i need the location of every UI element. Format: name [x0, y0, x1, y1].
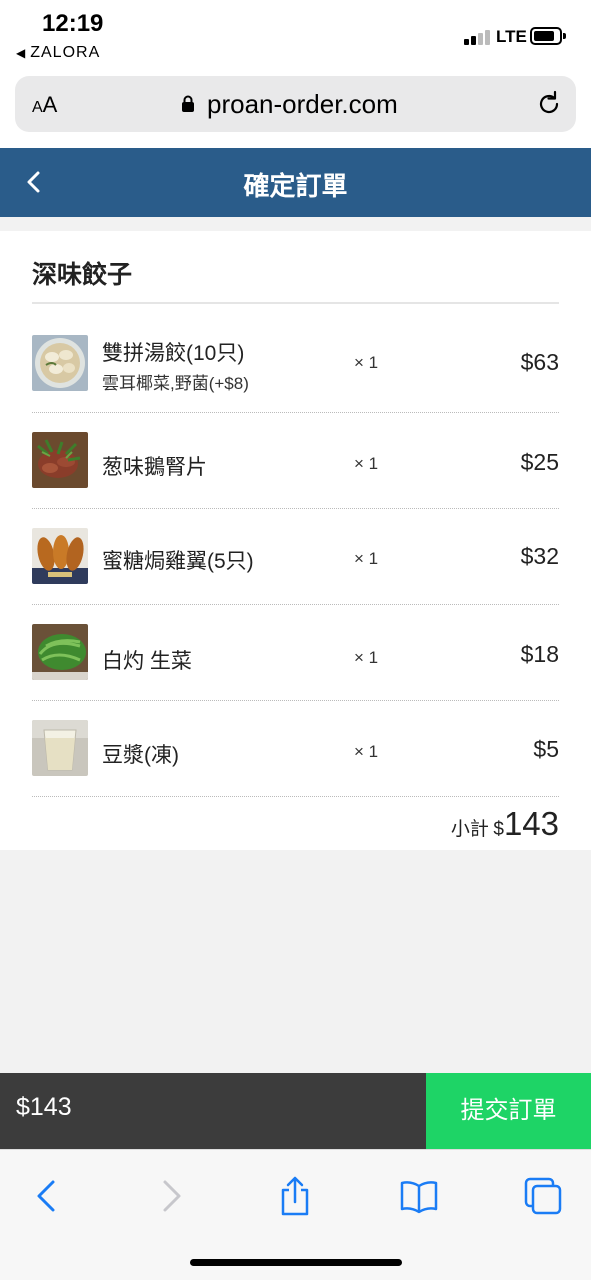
- order-card: 深味餃子 雙拼湯餃(10只) 雲耳椰菜,野菌(+$8) × 1 $63 葱味鵝腎…: [0, 231, 591, 850]
- dumpling-soup-image: [32, 335, 88, 391]
- home-indicator[interactable]: [190, 1259, 402, 1266]
- order-item: 豆漿(凍) × 1 $5: [32, 701, 559, 797]
- item-quantity: × 1: [354, 648, 379, 667]
- back-icon[interactable]: [27, 1176, 67, 1216]
- url-text: proan-order.com: [207, 89, 398, 119]
- subtotal-label: 小計: [450, 819, 489, 840]
- back-app-label: ZALORA: [30, 44, 101, 61]
- checkout-bar: $143 提交訂單: [0, 1073, 591, 1149]
- page-title: 確定訂單: [243, 171, 348, 201]
- back-to-app-link[interactable]: ◀ ZALORA: [16, 44, 100, 62]
- order-item: 雙拼湯餃(10只) 雲耳椰菜,野菌(+$8) × 1 $63: [32, 317, 559, 413]
- order-item: 葱味鵝腎片 × 1 $25: [32, 413, 559, 509]
- browser-toolbar: [0, 1149, 591, 1280]
- submit-order-button[interactable]: 提交訂單: [426, 1073, 591, 1149]
- share-icon[interactable]: [275, 1176, 315, 1216]
- order-item: 蜜糖焗雞翼(5只) × 1 $32: [32, 509, 559, 605]
- checkout-total: $143: [16, 1093, 72, 1121]
- subtotal: 小計 $143: [451, 805, 559, 843]
- order-item: 白灼 生菜 × 1 $18: [32, 605, 559, 701]
- blanched-lettuce-image: [32, 624, 88, 680]
- reload-icon[interactable]: [535, 90, 563, 118]
- tabs-icon[interactable]: [523, 1176, 563, 1216]
- item-quantity: × 1: [354, 454, 379, 473]
- item-quantity: × 1: [354, 353, 379, 372]
- status-bar: 12:19 ◀ ZALORA LTE: [0, 0, 591, 70]
- item-option: 雲耳椰菜,野菌(+$8): [102, 374, 249, 393]
- browser-url-area: AA proan-order.com: [0, 70, 591, 148]
- item-name: 葱味鵝腎片: [102, 456, 207, 479]
- item-quantity: × 1: [354, 742, 379, 761]
- text-size-button[interactable]: AA: [32, 92, 57, 118]
- bookmarks-icon[interactable]: [399, 1176, 439, 1216]
- shop-name: 深味餃子: [32, 261, 133, 289]
- honey-chicken-wings-image: [32, 528, 88, 584]
- subtotal-currency: $: [493, 819, 504, 840]
- text-size-small-a: A: [32, 99, 43, 116]
- text-size-large-a: A: [42, 92, 58, 117]
- back-triangle-icon: ◀: [16, 46, 27, 60]
- item-name: 蜜糖焗雞翼(5只): [102, 550, 254, 573]
- status-time: 12:19: [42, 10, 104, 37]
- forward-icon[interactable]: [151, 1176, 191, 1216]
- lock-icon: [182, 95, 194, 112]
- network-type: LTE: [496, 27, 527, 46]
- page-header: 確定訂單: [0, 148, 591, 217]
- item-name: 雙拼湯餃(10只): [102, 342, 245, 365]
- item-price: $18: [520, 641, 559, 667]
- soy-milk-image: [32, 720, 88, 776]
- item-name: 白灼 生菜: [102, 650, 192, 673]
- item-quantity: × 1: [354, 549, 379, 568]
- item-price: $25: [520, 449, 559, 475]
- item-name: 豆漿(凍): [102, 744, 179, 767]
- item-price: $5: [533, 736, 559, 762]
- battery-icon: [530, 27, 566, 45]
- item-price: $32: [520, 543, 559, 569]
- divider: [32, 302, 559, 304]
- item-price: $63: [520, 349, 559, 375]
- subtotal-amount: 143: [503, 805, 559, 842]
- address-bar[interactable]: AA proan-order.com: [15, 76, 576, 132]
- cellular-signal-icon: [464, 29, 492, 45]
- goose-gizzard-image: [32, 432, 88, 488]
